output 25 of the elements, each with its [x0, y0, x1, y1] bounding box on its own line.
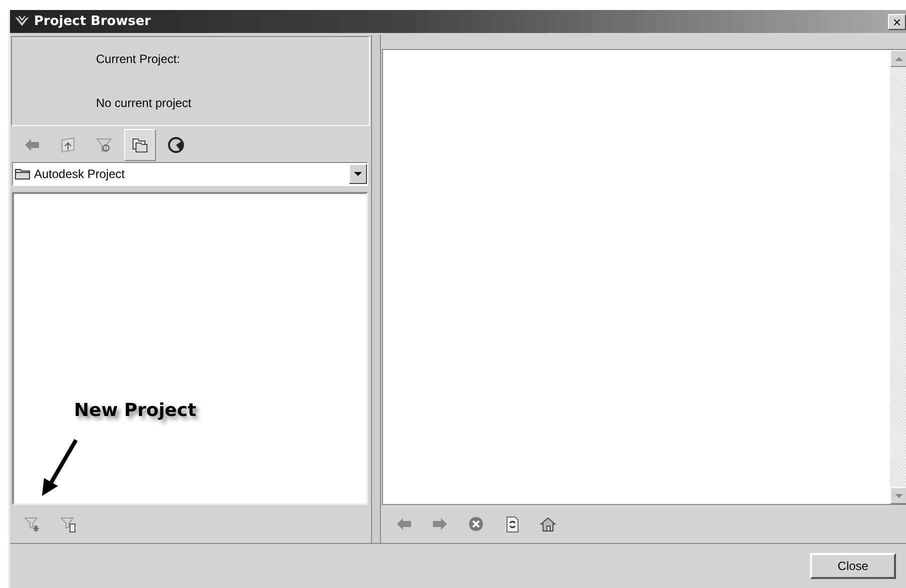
location-dropdown[interactable]: Autodesk Project: [12, 162, 368, 186]
folders-icon: [131, 136, 149, 154]
folder-up-icon: [59, 136, 77, 154]
scroll-up-button[interactable]: [890, 50, 906, 67]
down-arrow-icon: [894, 494, 902, 498]
up-arrow-icon: [894, 56, 902, 60]
window-title: Project Browser: [34, 14, 152, 29]
annotation-arrow: [40, 438, 80, 498]
current-project-label: Current Project:: [96, 52, 182, 66]
arrow-right-icon: [431, 515, 449, 533]
annotation-label: New Project: [74, 400, 196, 421]
splitter[interactable]: [371, 35, 381, 543]
scroll-down-button[interactable]: [890, 487, 906, 504]
new-project-icon: [23, 515, 41, 533]
project-file-icon: [59, 515, 77, 533]
stop-icon: [467, 515, 485, 533]
toolbar-button[interactable]: [124, 129, 156, 161]
close-button[interactable]: ×: [888, 14, 906, 30]
house-icon: [539, 515, 557, 533]
app-icon: [14, 14, 30, 28]
close-button[interactable]: Close: [810, 553, 896, 579]
funnel-search-icon: [95, 136, 113, 154]
scroll-bar[interactable]: [890, 50, 906, 504]
folder-icon: [15, 168, 31, 180]
current-project-value: No current project: [96, 96, 192, 110]
